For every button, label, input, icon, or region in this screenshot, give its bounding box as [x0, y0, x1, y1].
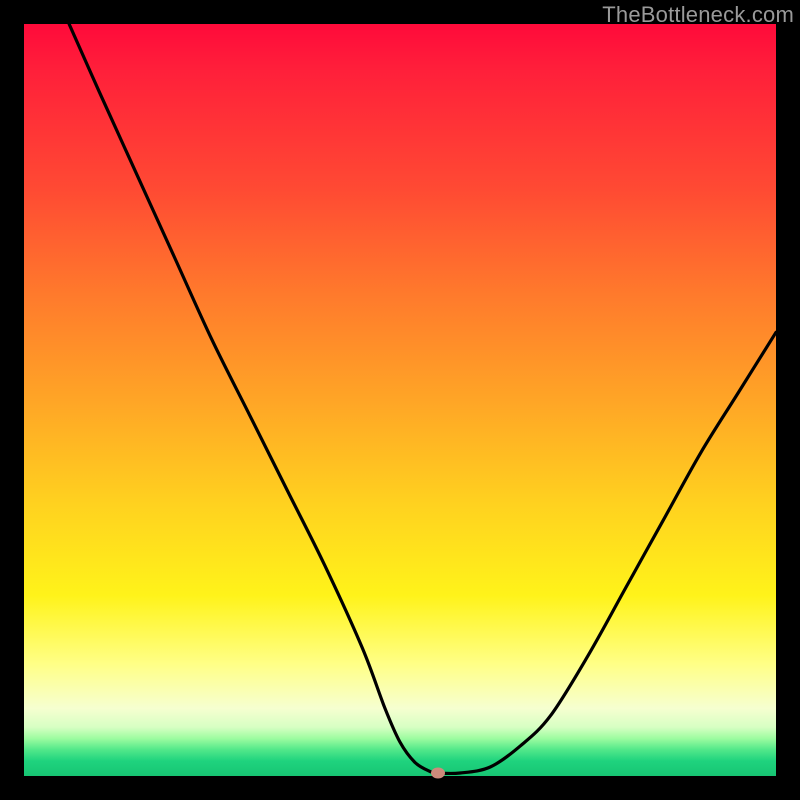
- plot-area: [24, 24, 776, 776]
- bottleneck-curve: [24, 24, 776, 776]
- minimum-point-marker: [431, 767, 445, 778]
- chart-frame: TheBottleneck.com: [0, 0, 800, 800]
